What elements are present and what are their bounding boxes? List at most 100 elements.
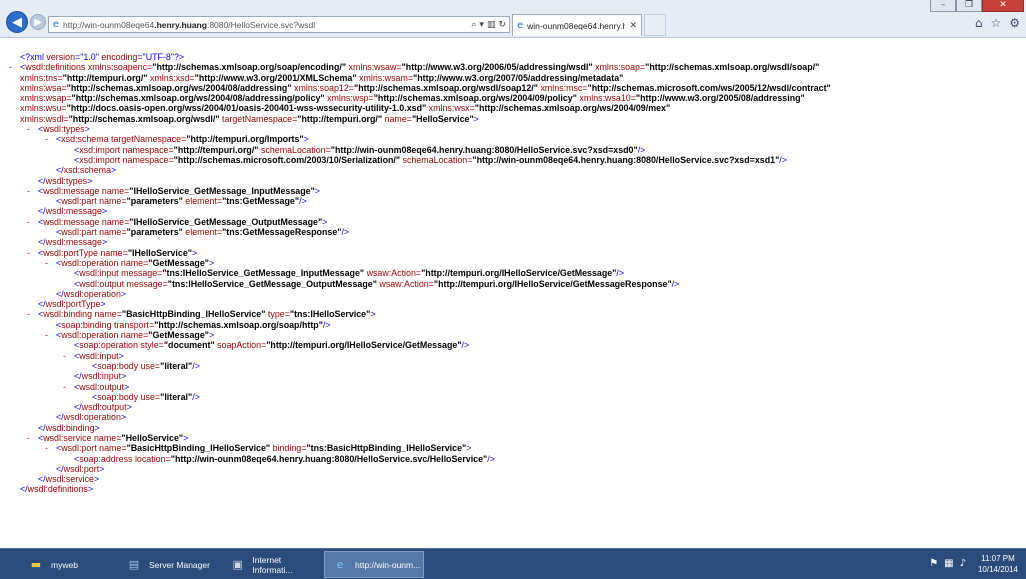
xml-token-av: "http://www.w3.org/2005/08/addressing" (635, 93, 805, 104)
address-url[interactable]: http://win-ounm08eqe64.henry.huang:8080/… (63, 20, 471, 30)
taskbar-label: Internet Informati... (252, 554, 293, 575)
taskbar-item-iis[interactable]: ▣ Internet Informati... (222, 551, 322, 578)
xml-line: </wsdl:binding> (0, 423, 1026, 433)
xml-token-tag: wsdl:output (79, 381, 125, 392)
xml-line-content: xmlns:tns="http://tempuri.org/" xmlns:xs… (20, 73, 623, 83)
forward-button[interactable]: ▶ (30, 14, 46, 30)
xml-token-br: > (370, 309, 376, 320)
collapse-toggle[interactable]: - (45, 258, 48, 268)
action-center-icon[interactable]: ⚑ (929, 558, 938, 569)
xml-token-br: > (100, 299, 106, 310)
xml-token-av: "tns:GetMessageResponse" (222, 227, 342, 238)
xml-token-an: xmlns:wsa= (20, 82, 67, 93)
collapse-toggle[interactable]: - (45, 134, 48, 144)
xml-token-br: > (473, 113, 479, 124)
collapse-toggle[interactable]: - (45, 443, 48, 453)
xml-token-an: wsaw:Action= (364, 268, 422, 279)
tab-close-icon[interactable]: ✕ (629, 21, 637, 31)
dropdown-icon[interactable]: ▾ (479, 20, 484, 30)
collapse-toggle[interactable]: - (27, 433, 30, 443)
xml-line-content: </wsdl:message> (38, 206, 107, 216)
xml-token-tag: wsdl:operation (63, 288, 121, 299)
new-tab-button[interactable] (644, 14, 666, 36)
xml-line-content: xmlns:wsap="http://schemas.xmlsoap.org/w… (20, 93, 805, 103)
xml-line: - <wsdl:message name="IHelloService_GetMe… (0, 217, 1026, 227)
volume-icon[interactable]: ♪ (960, 558, 966, 569)
xml-token-tag: wsdl:operation (63, 412, 121, 423)
minimize-button[interactable]: – (930, 0, 956, 12)
xml-token-an: xmlns:soapenc= (85, 62, 153, 73)
xml-token-br: </ (56, 412, 64, 423)
refresh-icon[interactable]: ↻ (498, 20, 506, 30)
xml-token-an: name= (118, 330, 149, 341)
xml-token-av: "IHelloService_GetMessage_InputMessage" (129, 185, 315, 196)
xml-line-content: </xsd:schema> (56, 165, 116, 175)
xml-line-content: <xsd:schema targetNamespace="http://temp… (56, 134, 309, 144)
restore-button[interactable]: ❐ (956, 0, 982, 12)
xml-line-content: <wsdl:output message="tns:IHelloService_… (74, 279, 679, 289)
folder-icon: ▬ (30, 558, 42, 571)
xml-token-tag: xsd:import (79, 144, 121, 155)
clock[interactable]: 11:07 PM 10/14/2014 (978, 553, 1018, 575)
collapse-toggle[interactable]: - (63, 382, 66, 392)
xml-token-av: "http://docs.oasis-open.org/wss/2004/01/… (66, 103, 427, 114)
collapse-toggle[interactable]: - (27, 124, 30, 134)
xml-line: xmlns:wsap="http://schemas.xmlsoap.org/w… (0, 93, 1026, 103)
taskbar-label: Server Manager (149, 559, 210, 570)
xml-line-content: <xsd:import namespace="http://schemas.mi… (74, 155, 787, 165)
xml-line-content: </wsdl:service> (38, 474, 99, 484)
ie-icon: e (336, 558, 344, 571)
xml-token-piattr: encoding (101, 52, 138, 62)
xml-token-av: "http://www.w3.org/2001/XMLSchema" (194, 72, 357, 83)
xml-token-an: schemaLocation= (400, 154, 473, 165)
xml-line: </wsdl:definitions> (0, 484, 1026, 494)
taskbar-item-ie[interactable]: e http://win-ounm... (324, 551, 424, 578)
xml-token-an: name= (118, 257, 149, 268)
collapse-toggle[interactable]: - (27, 309, 30, 319)
xml-line-content: <wsdl:portType name="IHelloService"> (38, 248, 197, 258)
xml-line: </wsdl:types> (0, 176, 1026, 186)
xml-token-tag: soap:binding (61, 319, 112, 330)
toolbar-right: ⌂ ☆ ⚙ (975, 16, 1020, 30)
xml-token-av: "document" (163, 340, 215, 351)
back-arrow-icon: ◀ (12, 14, 22, 30)
xml-line-content: <wsdl:input> (74, 351, 124, 361)
xml-token-an: name= (97, 247, 128, 258)
search-icon[interactable]: ⌕ (471, 20, 476, 30)
compat-view-icon[interactable]: ▥ (487, 20, 496, 30)
collapse-toggle[interactable]: - (63, 351, 66, 361)
collapse-toggle[interactable]: - (27, 248, 30, 258)
xml-line-content: <soap:body use="literal"/> (92, 392, 200, 402)
collapse-toggle[interactable]: - (27, 186, 30, 196)
collapse-toggle[interactable]: - (27, 217, 30, 227)
xml-token-tag: wsdl:service (43, 432, 92, 443)
xml-token-av: "http://www.w3.org/2007/05/addressing/me… (413, 72, 624, 83)
taskbar-item-myweb[interactable]: ▬ myweb (20, 551, 108, 578)
address-bar[interactable]: e http://win-ounm08eqe64.henry.huang:808… (48, 16, 510, 33)
xml-token-pi: <?xml (20, 52, 47, 62)
favorites-icon[interactable]: ☆ (990, 16, 1001, 30)
xml-line-content: </wsdl:port> (56, 464, 104, 474)
xml-token-av: "http://tempuri.org/" (173, 144, 259, 155)
xml-line: <soap:body use="literal"/> (0, 361, 1026, 371)
collapse-toggle[interactable]: - (9, 62, 12, 72)
xml-line: </xsd:schema> (0, 165, 1026, 175)
home-icon[interactable]: ⌂ (975, 16, 983, 30)
xml-token-av: "http://schemas.xmlsoap.org/ws/2004/09/p… (373, 93, 577, 104)
xml-token-an: message= (118, 268, 163, 279)
close-window-button[interactable]: ✕ (982, 0, 1024, 12)
xml-token-av: "GetMessage" (148, 257, 209, 268)
xml-token-br: /> (671, 278, 680, 289)
xml-token-an: name= (99, 185, 130, 196)
back-button[interactable]: ◀ (6, 11, 28, 33)
tab-active[interactable]: e win-ounm08eqe64.henry.h... ✕ (512, 14, 642, 36)
xml-token-an: xmlns:soap12= (291, 82, 354, 93)
taskbar-item-server-manager[interactable]: ▤ Server Manager (118, 551, 218, 578)
collapse-toggle[interactable]: - (45, 330, 48, 340)
xml-token-br: </ (56, 463, 64, 474)
xml-token-an: targetNamespace= (219, 113, 298, 124)
network-icon[interactable]: ▦ (944, 558, 953, 569)
xml-token-an: schemaLocation= (258, 144, 331, 155)
xml-line-content: <wsdl:definitions xmlns:soapenc="http://… (20, 62, 819, 72)
settings-icon[interactable]: ⚙ (1009, 16, 1020, 30)
